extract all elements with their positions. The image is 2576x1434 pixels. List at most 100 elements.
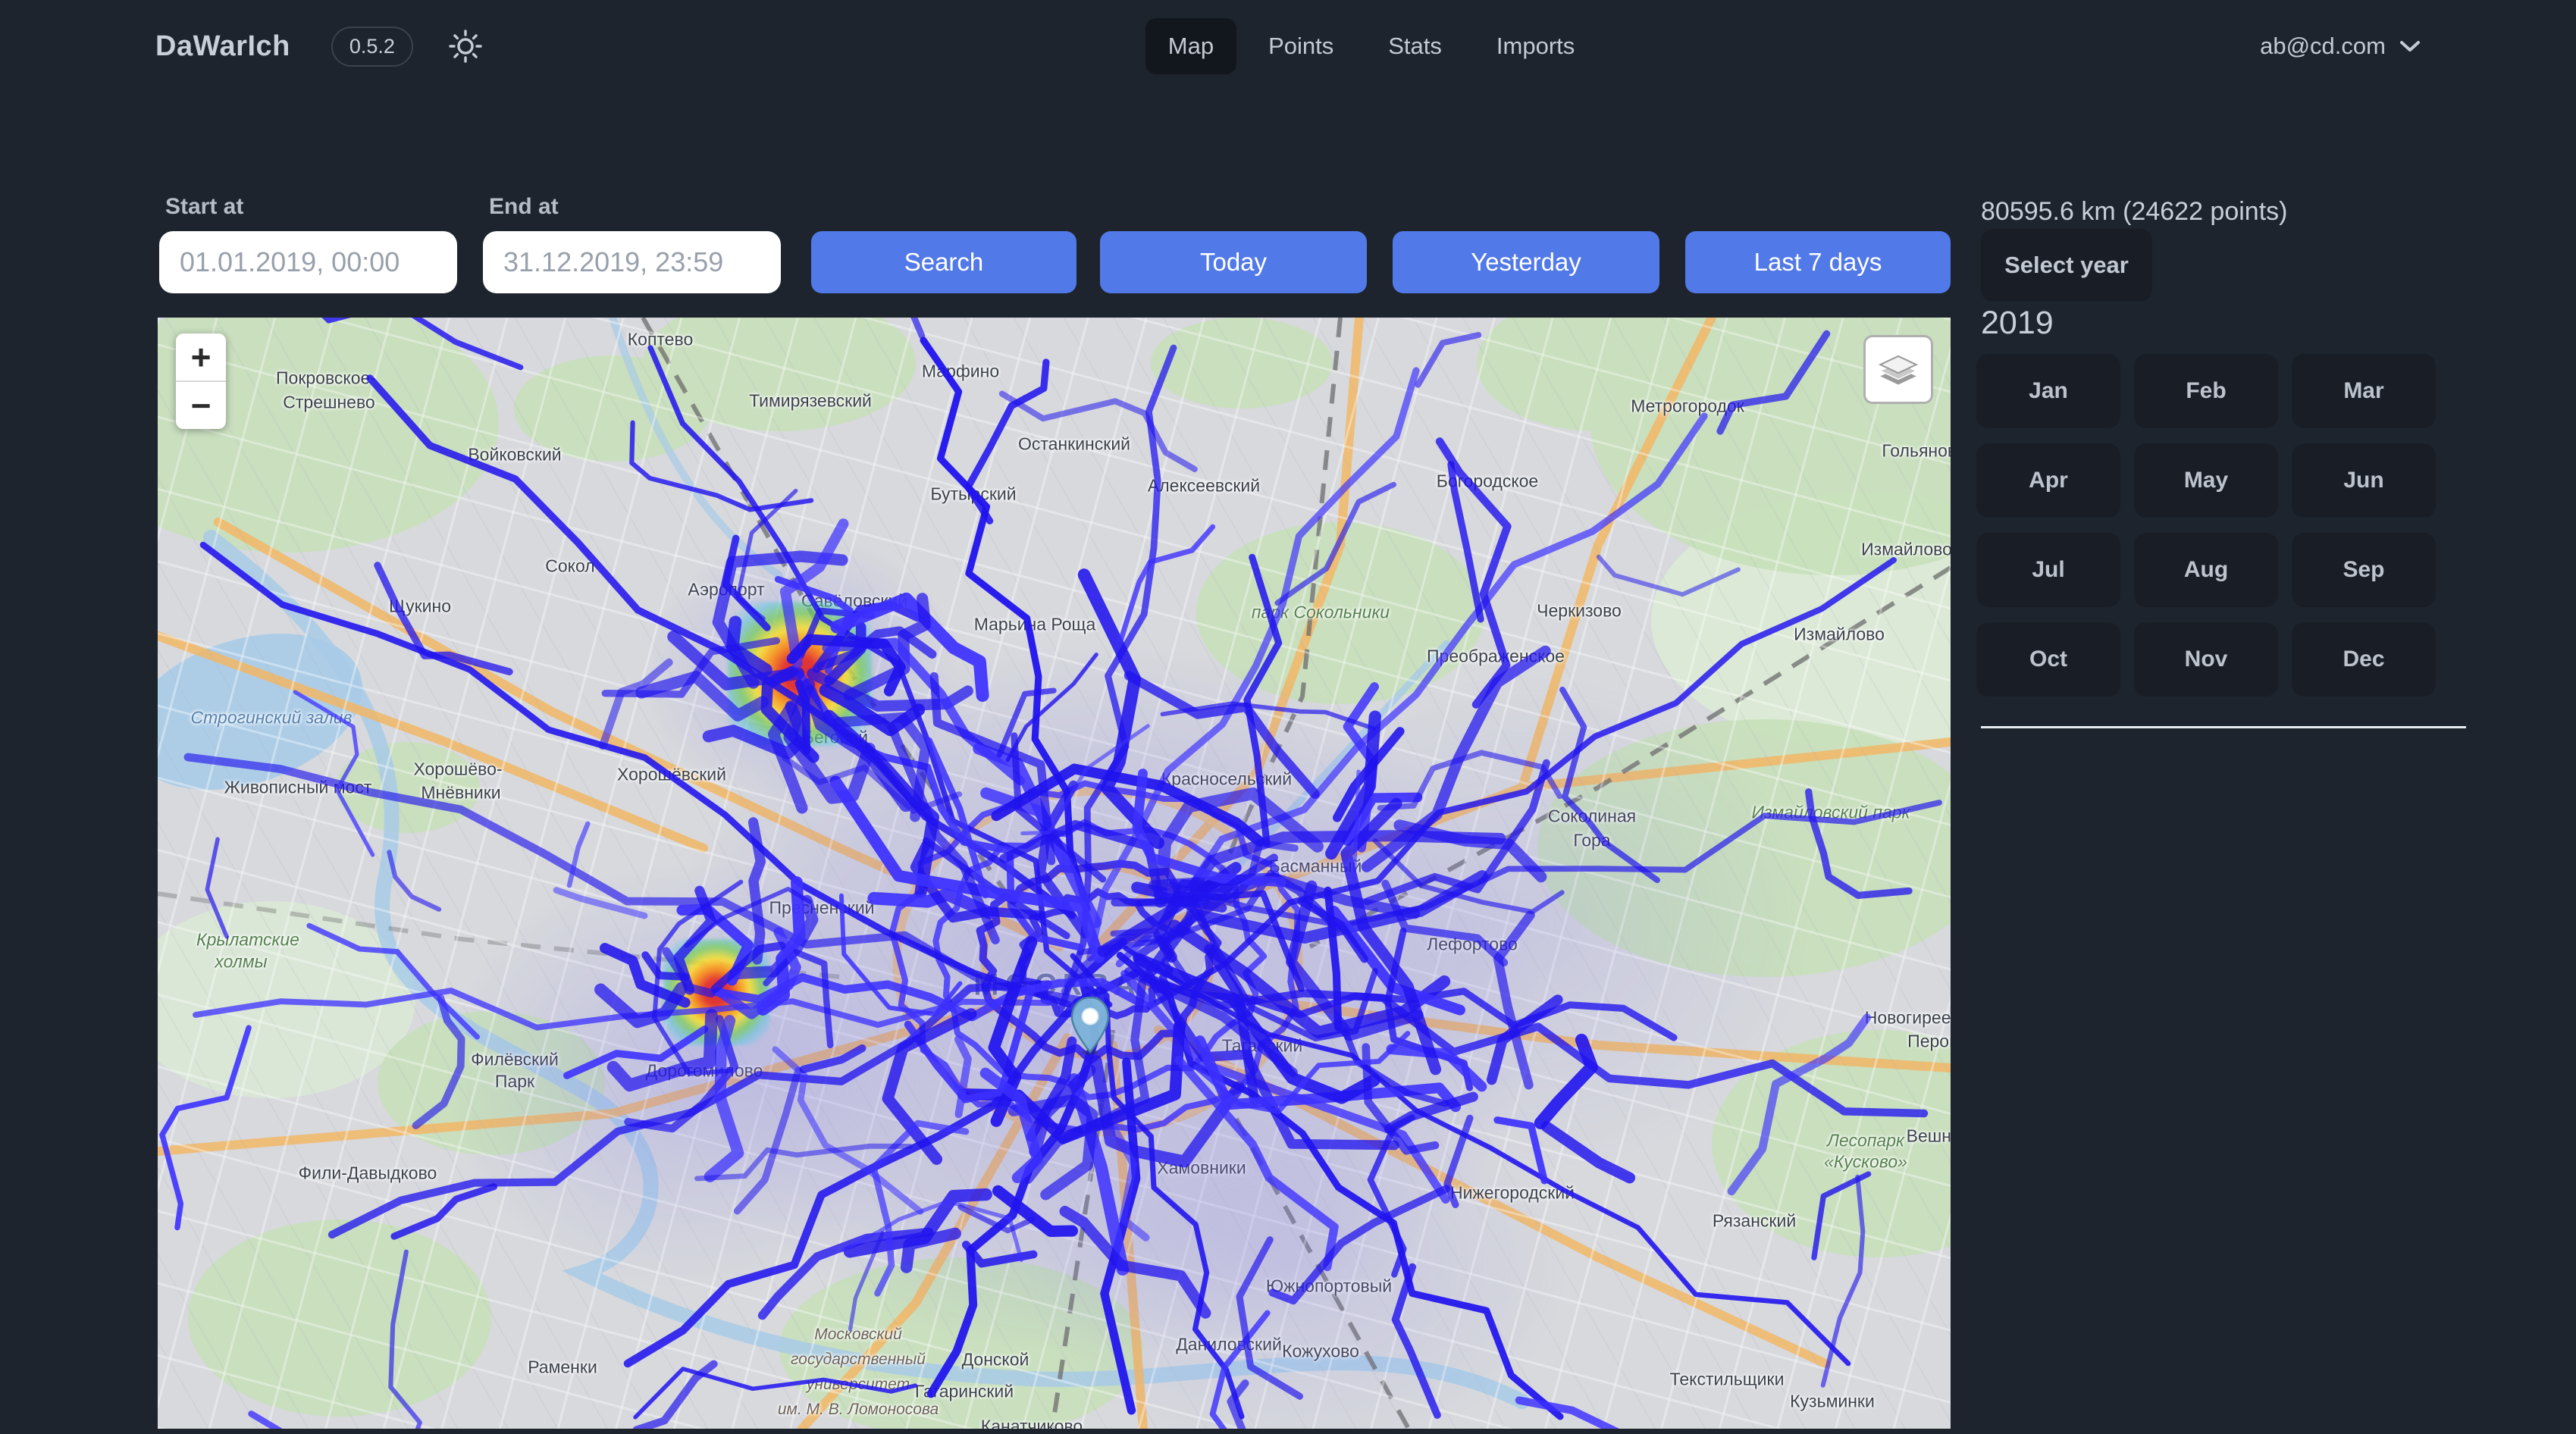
map-place-label: Басманный [1269,856,1362,877]
map-place-label: Останкинский [1018,434,1130,455]
month-button-jun[interactable]: Jun [2292,443,2436,518]
map-place-label: Лесопарк [1827,1131,1904,1151]
map-place-label: Бутырский [930,484,1016,505]
map-place-label: Живописный мост [224,778,372,798]
map-labels-layer: Коптево Покровское- Стрешнево Тимирязевский… [158,318,1951,1429]
map-place-label: Сокол [545,556,594,577]
distance-stats: 80595.6 km (24622 points) [1981,197,2287,227]
map-place-label: Даниловский [1176,1335,1282,1355]
version-badge: 0.5.2 [331,27,413,67]
location-marker-pin[interactable] [1069,996,1111,1059]
layers-icon [1874,346,1923,394]
map-place-label: Тимирязевский [749,391,872,412]
month-button-mar[interactable]: Mar [2292,354,2436,428]
map-place-label: Московский [814,1326,902,1344]
tab-imports[interactable]: Imports [1474,18,1597,74]
map-place-label: Коптево [628,330,693,350]
app-root: { "colors": { "accent": "#5279e8", "page… [0,0,2576,1434]
map-place-label: Метрогородок [1631,396,1744,417]
map-place-label: им. М. В. Ломоносова [778,1401,939,1419]
map-place-label: Соколиная [1548,806,1636,827]
sidebar-divider [1981,726,2466,728]
map-place-label: Крылатские [196,930,299,950]
app-logo[interactable]: DaWarIch [155,30,290,63]
month-button-aug[interactable]: Aug [2134,533,2278,607]
yesterday-button[interactable]: Yesterday [1393,231,1659,293]
map-place-label: Измайлово [1861,540,1951,560]
map-place-label: Кузьминки [1790,1392,1875,1412]
map-place-label: Преображенское [1427,647,1565,667]
today-button[interactable]: Today [1100,231,1367,293]
map-place-label: Канатчиково [981,1417,1083,1429]
month-button-dec[interactable]: Dec [2292,622,2436,697]
map-place-label: Филёвский [471,1050,559,1070]
search-button[interactable]: Search [811,231,1076,293]
sun-icon [448,29,483,64]
end-at-label: End at [489,194,559,220]
theme-toggle-button[interactable] [448,29,483,64]
tab-map[interactable]: Map [1145,18,1236,74]
zoom-in-button[interactable]: + [176,333,226,380]
map-place-label: Гольяново [1882,441,1951,462]
map-place-label: Измайлово [1794,625,1885,645]
last-7-days-button[interactable]: Last 7 days [1685,231,1951,293]
map-place-label: Марфино [922,362,999,382]
map-place-label: Стрешнево [283,393,374,413]
map-place-label: Марьина Роща [974,615,1096,635]
map-place-label: Донской [962,1350,1029,1370]
month-button-oct[interactable]: Oct [1976,622,2120,697]
start-at-input[interactable] [159,231,457,293]
map-place-label: Южнопортовый [1266,1276,1392,1297]
map-place-label: Войковский [468,445,561,465]
month-grid: Jan Feb Mar Apr May Jun Jul Aug Sep Oct … [1976,354,2436,697]
map-place-label: Алексеевский [1148,476,1260,496]
month-button-jul[interactable]: Jul [1976,533,2120,607]
brand-group: DaWarIch 0.5.2 [155,27,483,67]
map-place-label: Гора [1573,831,1610,851]
map-place-label: Парк [495,1072,534,1092]
map-place-label: государственный [791,1351,926,1369]
map-canvas[interactable]: Коптево Покровское- Стрешнево Тимирязевский… [158,318,1951,1429]
main-nav: Map Points Stats Imports [1145,18,1598,74]
map-place-label: Раменки [528,1357,597,1378]
map-place-label: Перово [1907,1032,1951,1052]
map-place-label: Хамовники [1157,1158,1246,1179]
map-place-label: Черкизово [1537,601,1622,622]
header: DaWarIch 0.5.2 Map Points Stats Imports … [0,0,2576,92]
month-button-may[interactable]: May [2134,443,2278,518]
map-place-label: Нижегородский [1450,1183,1575,1204]
month-button-sep[interactable]: Sep [2292,533,2436,607]
city-label: МОСКВА [973,969,1142,1003]
chevron-down-icon [2399,39,2421,53]
user-menu[interactable]: ab@cd.com [2260,33,2421,60]
map-place-label: Беговой [803,728,868,748]
month-button-jan[interactable]: Jan [1976,354,2120,428]
month-button-apr[interactable]: Apr [1976,443,2120,518]
map-place-label: Пресненский [769,898,874,919]
tab-points[interactable]: Points [1246,18,1356,74]
map-place-label: Красносельский [1161,769,1292,790]
map-place-label: Щукино [389,596,451,617]
select-year-button[interactable]: Select year [1981,229,2152,302]
zoom-out-button[interactable]: − [176,382,226,429]
month-button-nov[interactable]: Nov [2134,622,2278,697]
map-layers-control[interactable] [1863,335,1933,404]
map-place-label: Текстильщики [1670,1370,1785,1390]
map-place-label: Покровское- [276,368,376,389]
map-zoom-control: + − [176,333,226,429]
year-heading: 2019 [1981,305,2054,342]
map-place-label: Хорошёво- [413,759,502,780]
month-button-feb[interactable]: Feb [2134,354,2278,428]
map-place-label: Вешняки [1907,1126,1951,1147]
map-place-label: Савёловский [801,591,907,612]
map-place-label: Гагаринский [915,1382,1014,1402]
map-place-label: Мнёвники [421,783,500,803]
map-place-label: Дорогомилово [646,1061,763,1082]
map-place-label: Аэропорт [688,580,764,600]
tab-stats[interactable]: Stats [1365,18,1465,74]
map-place-label: Лефортово [1427,935,1518,955]
map-place-label: «Кусково» [1824,1152,1907,1173]
end-at-input[interactable] [483,231,781,293]
map-place-label: Измайловский парк [1752,803,1910,823]
start-at-label: Start at [165,194,243,220]
